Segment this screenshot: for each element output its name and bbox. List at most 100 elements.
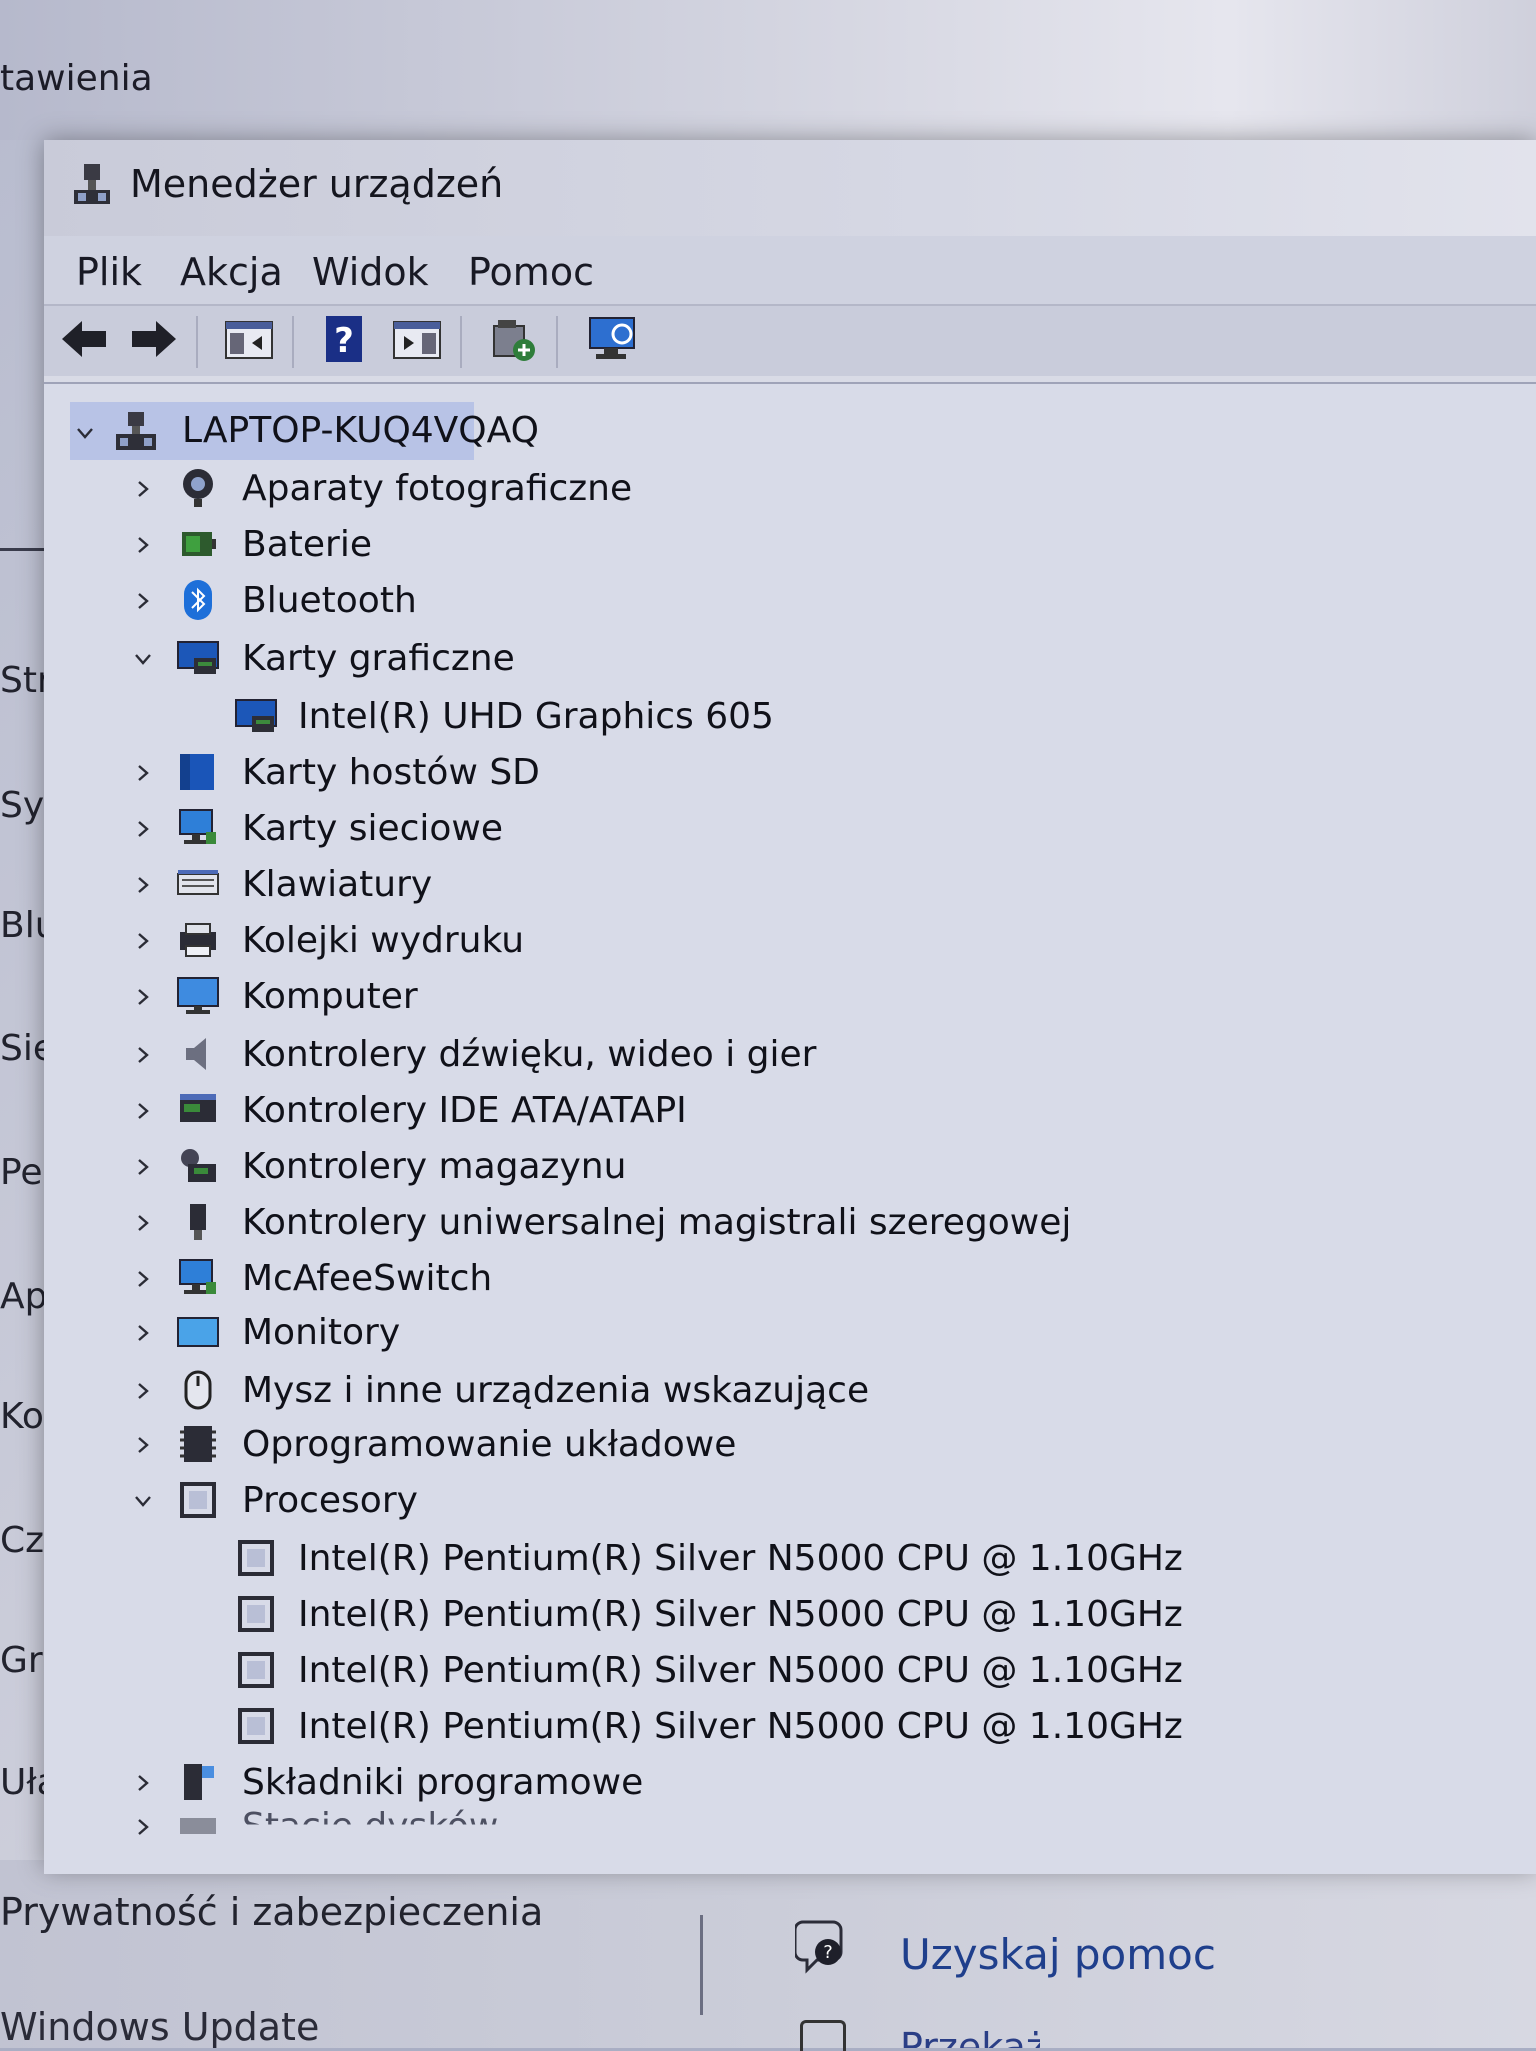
tree-category-item[interactable]: Aparaty fotograficzne [242, 468, 632, 509]
tree-category-item[interactable]: Kontrolery uniwersalnej magistrali szere… [242, 1202, 1071, 1243]
expand-chevron-icon[interactable] [132, 1772, 154, 1794]
processor-icon [180, 1482, 216, 1518]
expand-chevron-icon[interactable] [132, 930, 154, 952]
settings-nav-privacy[interactable]: Prywatność i zabezpieczenia [0, 1890, 543, 1934]
network-adapter-icon [179, 809, 216, 844]
tree-category-item[interactable]: Mysz i inne urządzenia wskazujące [242, 1370, 869, 1411]
camera-icon [183, 469, 213, 507]
tree-category-item[interactable]: Kontrolery dźwięku, wideo i gier [242, 1034, 816, 1075]
tree-category-item[interactable]: Oprogramowanie układowe [242, 1424, 736, 1465]
tree-category-item[interactable]: Bluetooth [242, 580, 417, 621]
settings-nav-item[interactable]: Koi [0, 1396, 46, 1437]
expand-chevron-icon[interactable] [132, 1380, 154, 1402]
computer-root-icon [116, 412, 156, 450]
monitor-scan-icon[interactable] [584, 312, 642, 366]
settings-nav-item[interactable]: Sys [0, 785, 46, 826]
firmware-icon [180, 1426, 216, 1462]
settings-nav-item[interactable]: Stri [0, 660, 46, 701]
tree-root-label[interactable]: LAPTOP-KUQ4VQAQ [182, 410, 539, 451]
expand-chevron-icon[interactable] [132, 1322, 154, 1344]
tree-device-item[interactable]: Intel(R) Pentium(R) Silver N5000 CPU @ 1… [298, 1650, 1183, 1691]
settings-nav-item[interactable]: Per [0, 1152, 46, 1193]
processor-icon [238, 1540, 274, 1576]
expand-chevron-icon[interactable] [132, 1100, 154, 1122]
expand-chevron-icon[interactable] [132, 590, 154, 612]
tree-device-item[interactable]: Intel(R) Pentium(R) Silver N5000 CPU @ 1… [298, 1538, 1183, 1579]
computer-icon [177, 977, 219, 1014]
settings-nav-item[interactable]: Uła [0, 1762, 46, 1803]
disk-drive-icon [180, 1818, 216, 1834]
network-adapter-icon [179, 1259, 216, 1294]
expand-chevron-icon[interactable] [132, 762, 154, 784]
settings-nav-item[interactable]: Blu [0, 905, 46, 946]
forward-arrow-icon[interactable] [128, 312, 180, 366]
expand-chevron-icon[interactable] [132, 1156, 154, 1178]
collapse-chevron-icon[interactable] [132, 1490, 154, 1512]
storage-controller-icon [181, 1149, 216, 1182]
get-help-link[interactable]: Uzyskaj pomoc [900, 1930, 1216, 1979]
tree-category-item[interactable]: Baterie [242, 524, 372, 565]
menu-help[interactable]: Pomoc [468, 250, 594, 294]
menu-file[interactable]: Plik [76, 250, 142, 294]
tree-category-item[interactable]: Procesory [242, 1480, 418, 1521]
expand-chevron-icon[interactable] [132, 874, 154, 896]
tree-category-item[interactable]: Kontrolery magazynu [242, 1146, 626, 1187]
menu-view[interactable]: Widok [312, 250, 429, 294]
settings-nav-item[interactable]: Sie [0, 1028, 46, 1069]
settings-separator [700, 1915, 703, 2015]
collapse-chevron-icon[interactable] [132, 648, 154, 670]
display-adapter-icon [235, 699, 277, 732]
back-arrow-icon[interactable] [58, 312, 110, 366]
feedback-icon [800, 2020, 846, 2051]
svg-text:?: ? [334, 321, 354, 361]
action-pane-icon[interactable] [390, 312, 444, 366]
ide-controller-icon [180, 1094, 216, 1122]
expand-chevron-icon[interactable] [132, 478, 154, 500]
tree-category-item[interactable]: Karty graficzne [242, 638, 515, 679]
toolbar-separator [460, 316, 462, 368]
tree-category-item[interactable]: McAfeeSwitch [242, 1258, 492, 1299]
tree-category-item[interactable]: Kontrolery IDE ATA/ATAPI [242, 1090, 687, 1131]
speaker-icon [186, 1038, 206, 1070]
toolbar-separator [292, 316, 294, 368]
device-manager-icon [74, 164, 110, 204]
tree-device-item[interactable]: Intel(R) Pentium(R) Silver N5000 CPU @ 1… [298, 1594, 1183, 1635]
tree-device-item[interactable]: Intel(R) Pentium(R) Silver N5000 CPU @ 1… [298, 1706, 1183, 1747]
tree-category-item[interactable]: Klawiatury [242, 864, 432, 905]
tree-category-item[interactable]: Komputer [242, 976, 418, 1017]
help-icon[interactable]: ? [320, 312, 368, 366]
expand-chevron-icon[interactable] [132, 1816, 154, 1838]
toolbar-separator [196, 316, 198, 368]
update-driver-icon[interactable] [486, 312, 540, 366]
tree-device-item[interactable]: Intel(R) UHD Graphics 605 [298, 696, 774, 737]
tree-category-item[interactable]: Karty hostów SD [242, 752, 540, 793]
usb-icon [190, 1204, 206, 1240]
window-title: Menedżer urządzeń [130, 162, 504, 206]
expand-chevron-icon[interactable] [132, 818, 154, 840]
properties-panel-icon[interactable] [222, 312, 276, 366]
software-component-icon [184, 1764, 214, 1800]
mouse-icon [184, 1370, 212, 1410]
processor-icon [238, 1652, 274, 1688]
feedback-link[interactable]: Przekaż opinię [900, 2025, 1040, 2048]
expand-chevron-icon[interactable] [132, 1044, 154, 1066]
settings-nav-item[interactable]: Gra [0, 1640, 46, 1681]
processor-icon [238, 1708, 274, 1744]
tree-category-item[interactable]: Karty sieciowe [242, 808, 503, 849]
collapse-chevron-icon[interactable] [74, 422, 96, 444]
expand-chevron-icon[interactable] [132, 1434, 154, 1456]
bluetooth-icon [184, 580, 212, 620]
settings-nav-item[interactable]: Cza [0, 1520, 46, 1561]
expand-chevron-icon[interactable] [132, 1212, 154, 1234]
tree-category-item[interactable]: Składniki programowe [242, 1762, 643, 1803]
menu-action[interactable]: Akcja [180, 250, 283, 294]
expand-chevron-icon[interactable] [132, 986, 154, 1008]
tree-category-item[interactable]: Monitory [242, 1312, 400, 1353]
expand-chevron-icon[interactable] [132, 1268, 154, 1290]
tree-category-item[interactable]: Kolejki wydruku [242, 920, 524, 961]
expand-chevron-icon[interactable] [132, 534, 154, 556]
settings-nav-item[interactable]: Ap [0, 1276, 46, 1317]
settings-titlebar [0, 0, 1536, 140]
svg-text:?: ? [823, 1942, 833, 1963]
settings-nav-windows-update[interactable]: Windows Update [0, 2005, 319, 2049]
